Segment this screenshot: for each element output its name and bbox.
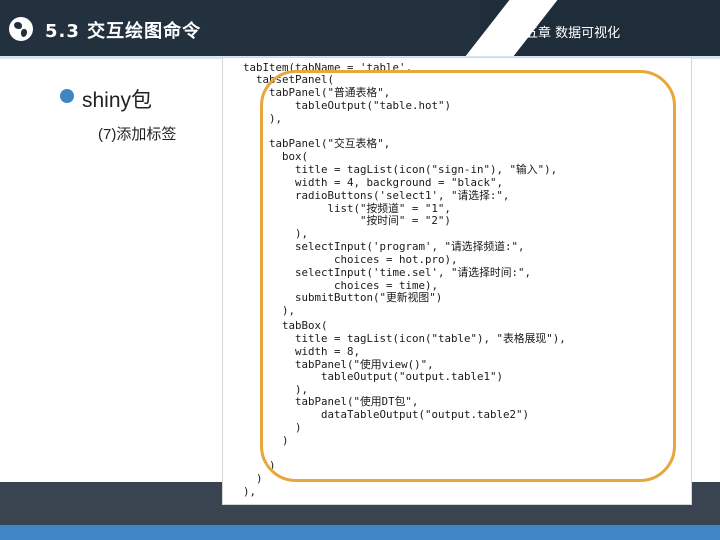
code-line: selectInput('program', "请选择频道:", <box>243 240 525 253</box>
code-line: selectInput('time.sel', "请选择时间:", <box>243 266 531 279</box>
code-line: tabPanel("使用DT包", <box>243 395 419 408</box>
code-line: ), <box>243 112 283 125</box>
code-line: tabsetPanel( <box>243 73 335 86</box>
code-line: choices = hot.pro), <box>243 253 458 266</box>
chapter-label: 第五章 数据可视化 <box>512 26 621 41</box>
sub-heading: (7)添加标签 <box>98 126 177 143</box>
code-line: width = 8, <box>243 345 361 358</box>
code-line: tabPanel("交互表格", <box>243 137 391 150</box>
code-line: ) <box>243 459 276 472</box>
code-line: ) <box>243 434 289 447</box>
code-line: tabBox( <box>243 319 328 332</box>
code-line: width = 4, background = "black", <box>243 176 504 189</box>
footer-accent-bar <box>0 525 720 540</box>
code-line: ), <box>243 485 257 498</box>
bullet-dot-icon <box>60 89 74 103</box>
code-line: ), <box>243 227 309 240</box>
bullet-heading: shiny包 <box>82 89 153 112</box>
code-line: title = tagList(icon("sign-in"), "输入"), <box>243 163 558 176</box>
code-line: tableOutput("table.hot") <box>243 99 452 112</box>
code-line: box( <box>243 150 309 163</box>
code-line: title = tagList(icon("table"), "表格展现"), <box>243 332 566 345</box>
code-line: tableOutput("output.table1") <box>243 370 504 383</box>
code-line: submitButton("更新视图") <box>243 291 443 304</box>
code-line: dataTableOutput("output.table2") <box>243 408 530 421</box>
globe-icon <box>9 17 33 41</box>
code-line: ) <box>243 472 263 485</box>
code-line: "按时间" = "2") <box>243 214 451 227</box>
code-screenshot: tabItem(tabName = 'table', tabsetPanel( … <box>222 57 692 505</box>
code-line: ), <box>243 304 296 317</box>
code-line: radioButtons('select1', "请选择:", <box>243 189 510 202</box>
code-line: ) <box>243 421 302 434</box>
code-line: tabPanel("普通表格", <box>243 86 391 99</box>
slide-title: 5.3 交互绘图命令 <box>45 21 202 42</box>
